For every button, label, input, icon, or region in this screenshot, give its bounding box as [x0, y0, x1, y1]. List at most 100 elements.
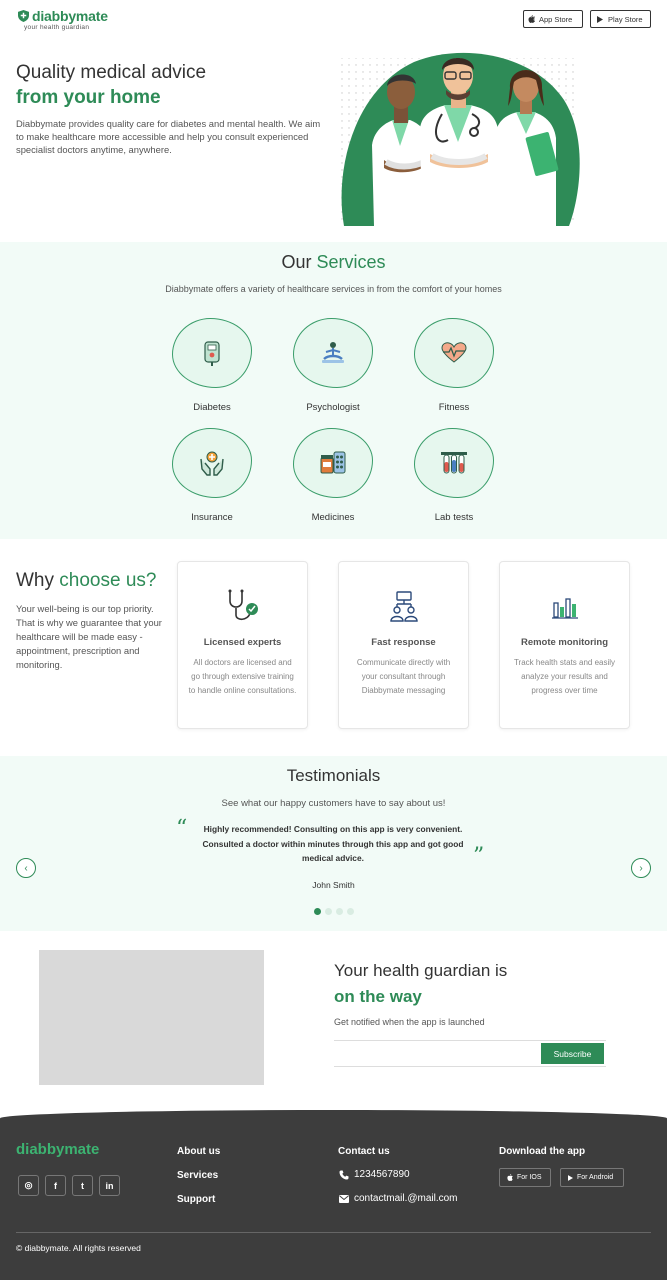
phone-icon [339, 1170, 349, 1179]
logo-suffix: mate [75, 8, 108, 24]
testimonials-title: Testimonials [286, 766, 381, 785]
card-title: Fast response [371, 637, 436, 648]
linkedin-link[interactable]: in [99, 1175, 120, 1196]
apple-icon-shape [528, 15, 535, 23]
carousel-dot[interactable] [313, 908, 321, 915]
contact-phone[interactable]: 1234567890 [338, 1169, 410, 1180]
contact-heading: Contact us [338, 1146, 390, 1157]
instagram-link[interactable]: ◎ [18, 1175, 39, 1196]
email-input[interactable] [334, 1043, 534, 1065]
shield-logo-icon [18, 10, 29, 22]
footer-divider [16, 1232, 651, 1233]
service-label: Medicines [311, 512, 355, 523]
service-blob [414, 318, 494, 388]
footer-link-services[interactable]: Services [177, 1170, 218, 1181]
close-quote-icon: ” [473, 844, 485, 869]
facebook-link[interactable]: f [45, 1175, 66, 1196]
card-text: Communicate directly with your consultan… [356, 658, 451, 695]
service-blob [414, 428, 494, 498]
apple-icon [507, 1174, 513, 1181]
twitter-link[interactable]: t [72, 1175, 93, 1196]
play-icon [597, 15, 603, 23]
card-icon-wrap [500, 587, 629, 627]
service-label: Fitness [438, 402, 470, 413]
instagram-icon: ◎ [24, 1180, 33, 1190]
site-footer: diabbymate ◎ f t in About us Services Suppo… [0, 1110, 667, 1280]
testimonials-section: Testimonials See what our happy customer… [0, 756, 667, 931]
hero-title: Quality medical advice from your home [16, 60, 206, 110]
service-label: Psychologist [306, 402, 360, 413]
service-medicines[interactable]: Medicines [283, 428, 383, 523]
subscribe-button[interactable]: Subscribe [541, 1043, 604, 1064]
play-store-button[interactable]: Play Store [590, 10, 651, 28]
feature-card-fast-response: Fast response Communicate directly with … [338, 561, 469, 729]
bar-chart-icon [551, 598, 578, 619]
next-arrow-button[interactable]: › [631, 858, 651, 878]
services-title: Our Services [0, 252, 667, 273]
contact-email[interactable]: contactmail.@mail.com [338, 1193, 458, 1204]
service-label: Insurance [191, 512, 233, 523]
testimonial-author: John Smith [312, 880, 355, 890]
ios-label: For IOS [517, 1174, 542, 1181]
android-download-button[interactable]: For Android [560, 1168, 624, 1187]
service-insurance[interactable]: Insurance [162, 428, 262, 523]
service-diabetes[interactable]: Diabetes [162, 318, 262, 413]
subscribe-title-line2: on the way [334, 987, 422, 1006]
service-blob [172, 428, 252, 498]
card-icon-wrap [339, 587, 468, 627]
play-icon [568, 1174, 573, 1181]
service-fitness[interactable]: Fitness [404, 318, 504, 413]
glucometer-icon [204, 341, 220, 366]
email-text: contactmail.@mail.com [354, 1193, 458, 1204]
why-description: Your well-being is our top priority. Tha… [16, 603, 162, 670]
service-label: Lab tests [434, 512, 474, 523]
subscribe-form: Subscribe [334, 1040, 606, 1067]
chevron-right-icon: › [639, 862, 643, 874]
logo[interactable]: diabbymate [18, 8, 108, 24]
carousel-dot[interactable] [324, 908, 332, 915]
service-blob [293, 428, 373, 498]
site-header: diabbymate your health guardian  App St… [0, 0, 667, 40]
why-title-accent: choose us? [59, 570, 157, 591]
facebook-icon: f [54, 1180, 57, 1191]
ios-download-button[interactable]: For IOS [499, 1168, 551, 1187]
team-network-icon [389, 591, 418, 622]
subscribe-title-line1: Your health guardian is [334, 961, 508, 980]
twitter-icon: t [81, 1180, 84, 1191]
hero-title-line2: from your home [16, 87, 161, 108]
prev-arrow-button[interactable]: ‹ [16, 858, 36, 878]
card-icon-wrap [178, 587, 307, 627]
hero-title-line1: Quality medical advice [16, 62, 207, 83]
linkedin-icon: in [105, 1180, 114, 1191]
services-subtitle: Diabbymate offers a variety of healthcar… [165, 284, 502, 294]
download-heading: Download the app [499, 1146, 586, 1157]
card-title: Licensed experts [203, 637, 282, 648]
logo-text: diabbymate [32, 8, 108, 24]
feature-card-licensed: Licensed experts All doctors are license… [177, 561, 308, 729]
card-text: All doctors are licensed and go through … [188, 658, 297, 695]
subscribe-title: Your health guardian is on the way [334, 958, 507, 1010]
service-lab-tests[interactable]: Lab tests [404, 428, 504, 523]
app-store-button[interactable]:  App Store [523, 10, 583, 28]
testimonial-quote: Highly recommended! Consulting on this a… [202, 824, 464, 863]
logo-prefix: diabby [32, 8, 76, 24]
service-psychologist[interactable]: Psychologist [283, 318, 383, 413]
phone-text: 1234567890 [354, 1169, 410, 1180]
medicines-icon [320, 451, 346, 474]
hero-description: Diabbymate provides quality care for dia… [16, 118, 321, 155]
why-title-plain: Why [16, 570, 60, 591]
footer-link-about[interactable]: About us [177, 1146, 220, 1157]
feature-card-remote-monitoring: Remote monitoring Track health stats and… [499, 561, 630, 729]
play-store-label: Play Store [608, 14, 643, 24]
footer-link-support[interactable]: Support [177, 1194, 215, 1205]
heartbeat-icon [441, 342, 467, 363]
android-label: For Android [577, 1174, 614, 1181]
carousel-dot[interactable] [346, 908, 354, 915]
open-quote-icon: “ [176, 816, 188, 841]
carousel-dot[interactable] [335, 908, 343, 915]
copyright: © diabbymate. All rights reserved [16, 1243, 141, 1253]
testimonials-subtitle: See what our happy customers have to say… [221, 798, 446, 809]
service-blob [172, 318, 252, 388]
service-blob [293, 318, 373, 388]
footer-logo[interactable]: diabbymate [16, 1141, 99, 1158]
